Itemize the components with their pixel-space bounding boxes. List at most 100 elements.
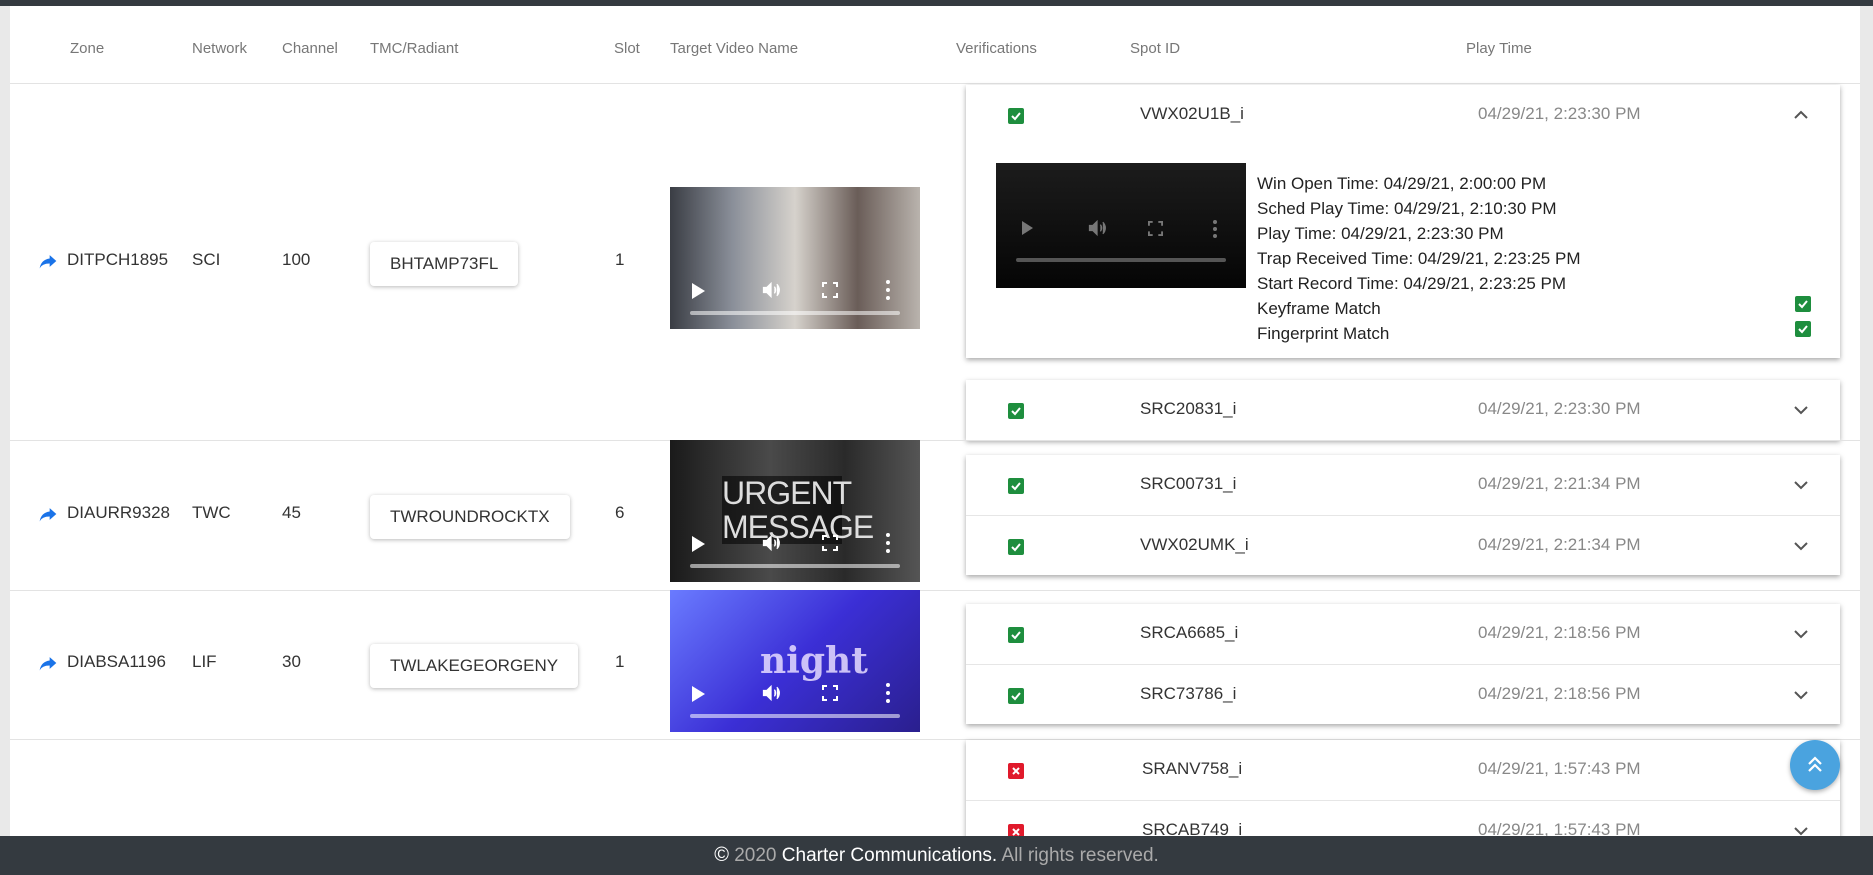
spot-id: SRANV758_i bbox=[1142, 759, 1243, 778]
volume-icon[interactable] bbox=[1087, 218, 1107, 238]
col-verifications[interactable]: Verifications bbox=[956, 40, 1037, 57]
spot-line[interactable]: SRANV758_i 04/29/21, 1:57:43 PM bbox=[966, 740, 1840, 800]
col-tmc[interactable]: TMC/Radiant bbox=[370, 40, 458, 57]
tmc-button[interactable]: TWROUNDROCKTX bbox=[370, 495, 570, 539]
footer: © 2020 Charter Communications. All right… bbox=[0, 836, 1873, 875]
fullscreen-icon[interactable] bbox=[1148, 221, 1163, 236]
chevron-up-icon[interactable] bbox=[1793, 109, 1809, 121]
check-box-icon bbox=[1008, 478, 1024, 494]
network-cell: LIF bbox=[192, 652, 217, 671]
check-box-icon bbox=[1008, 108, 1024, 124]
results-table: Zone Network Channel TMC/Radiant Slot Ta… bbox=[10, 6, 1860, 836]
spot-id: VWX02UMK_i bbox=[1140, 535, 1249, 554]
more-vertical-icon[interactable] bbox=[886, 279, 890, 301]
col-target-video[interactable]: Target Video Name bbox=[670, 40, 798, 57]
fullscreen-icon[interactable] bbox=[822, 282, 838, 298]
row-divider bbox=[10, 590, 1860, 591]
spot-line[interactable]: SRC73786_i 04/29/21, 2:18:56 PM bbox=[966, 664, 1840, 724]
more-vertical-icon[interactable] bbox=[886, 682, 890, 704]
col-channel[interactable]: Channel bbox=[282, 40, 338, 57]
spot-video[interactable] bbox=[996, 163, 1246, 288]
spot-line[interactable]: SRC20831_i 04/29/21, 2:23:30 PM bbox=[966, 380, 1840, 440]
spot-card: SRANV758_i 04/29/21, 1:57:43 PM SRCAB749… bbox=[966, 740, 1840, 836]
zone-cell[interactable]: DIABSA1196 bbox=[67, 652, 166, 672]
keyframe-check-icon bbox=[1795, 296, 1811, 312]
spot-id: SRC00731_i bbox=[1140, 474, 1237, 493]
x-box-icon bbox=[1008, 824, 1024, 836]
video-controls bbox=[670, 269, 920, 329]
check-box-icon bbox=[1008, 688, 1024, 704]
trap-received-time: Trap Received Time: 04/29/21, 2:23:25 PM bbox=[1257, 249, 1581, 268]
keyframe-match-label: Keyframe Match bbox=[1257, 299, 1381, 318]
fingerprint-match-label: Fingerprint Match bbox=[1257, 324, 1390, 343]
col-zone[interactable]: Zone bbox=[70, 40, 104, 57]
tmc-button[interactable]: BHTAMP73FL bbox=[370, 242, 519, 286]
spot-id: SRCAB749_i bbox=[1142, 820, 1243, 836]
slot-cell: 6 bbox=[615, 503, 625, 522]
video-progress-bar[interactable] bbox=[690, 564, 900, 568]
check-box-icon bbox=[1008, 403, 1024, 419]
video-progress-bar[interactable] bbox=[690, 311, 900, 315]
x-box-icon bbox=[1008, 763, 1024, 779]
spot-line[interactable]: VWX02U1B_i 04/29/21, 2:23:30 PM bbox=[966, 85, 1840, 145]
more-vertical-icon[interactable] bbox=[1213, 219, 1217, 239]
copyright-year: 2020 bbox=[734, 845, 777, 866]
volume-icon[interactable] bbox=[761, 280, 781, 300]
target-video[interactable] bbox=[670, 187, 920, 329]
share-icon[interactable] bbox=[38, 504, 58, 524]
share-icon[interactable] bbox=[38, 251, 58, 271]
target-video[interactable]: night bbox=[670, 590, 920, 732]
col-slot[interactable]: Slot bbox=[614, 40, 640, 57]
volume-icon[interactable] bbox=[761, 683, 781, 703]
play-time: 04/29/21, 2:18:56 PM bbox=[1478, 623, 1641, 642]
chevron-down-icon[interactable] bbox=[1793, 689, 1809, 701]
play-icon[interactable] bbox=[692, 283, 705, 299]
zone-cell[interactable]: DITPCH1895 bbox=[67, 250, 168, 270]
share-icon[interactable] bbox=[38, 653, 58, 673]
col-play-time[interactable]: Play Time bbox=[1466, 40, 1532, 57]
tmc-button[interactable]: TWLAKEGEORGENY bbox=[370, 644, 579, 688]
spot-line[interactable]: SRCAB749_i 04/29/21, 1:57:43 PM bbox=[966, 800, 1840, 836]
channel-cell: 45 bbox=[282, 503, 301, 522]
chevron-down-icon[interactable] bbox=[1793, 825, 1809, 836]
check-box-icon bbox=[1008, 627, 1024, 643]
scroll-to-top-button[interactable] bbox=[1790, 740, 1840, 790]
col-spot-id[interactable]: Spot ID bbox=[1130, 40, 1180, 57]
chevron-down-icon[interactable] bbox=[1793, 540, 1809, 552]
play-icon[interactable] bbox=[1022, 221, 1033, 235]
copyright-symbol: © bbox=[714, 844, 729, 866]
slot-cell: 1 bbox=[615, 652, 625, 671]
play-time: 04/29/21, 2:21:34 PM bbox=[1478, 474, 1641, 493]
company-name: Charter Communications. bbox=[781, 845, 998, 866]
play-icon[interactable] bbox=[692, 536, 705, 552]
video-progress-bar[interactable] bbox=[1016, 258, 1226, 262]
spot-id: SRC20831_i bbox=[1140, 399, 1237, 418]
col-network[interactable]: Network bbox=[192, 40, 247, 57]
play-icon[interactable] bbox=[692, 686, 705, 702]
spot-line[interactable]: SRC00731_i 04/29/21, 2:21:34 PM bbox=[966, 455, 1840, 515]
fullscreen-icon[interactable] bbox=[822, 685, 838, 701]
fullscreen-icon[interactable] bbox=[822, 535, 838, 551]
target-video[interactable]: URGENT MESSAGE bbox=[670, 440, 920, 582]
zone-cell[interactable]: DIAURR9328 bbox=[67, 503, 170, 523]
fingerprint-check-icon bbox=[1795, 321, 1811, 337]
more-vertical-icon[interactable] bbox=[886, 532, 890, 554]
spot-line[interactable]: SRCA6685_i 04/29/21, 2:18:56 PM bbox=[966, 604, 1840, 664]
sched-play-time: Sched Play Time: 04/29/21, 2:10:30 PM bbox=[1257, 199, 1557, 218]
chevron-down-icon[interactable] bbox=[1793, 479, 1809, 491]
chevron-down-icon[interactable] bbox=[1793, 628, 1809, 640]
chevron-down-icon[interactable] bbox=[1793, 404, 1809, 416]
spot-id: SRC73786_i bbox=[1140, 684, 1237, 703]
row-divider bbox=[10, 440, 1860, 441]
volume-icon[interactable] bbox=[761, 533, 781, 553]
spot-card: SRC00731_i 04/29/21, 2:21:34 PM VWX02UMK… bbox=[966, 455, 1840, 575]
network-cell: SCI bbox=[192, 250, 221, 269]
play-time: 04/29/21, 2:23:30 PM bbox=[1478, 104, 1641, 123]
video-progress-bar[interactable] bbox=[690, 714, 900, 718]
spot-line[interactable]: VWX02UMK_i 04/29/21, 2:21:34 PM bbox=[966, 515, 1840, 575]
play-time: 04/29/21, 1:57:43 PM bbox=[1478, 820, 1641, 836]
spot-card: VWX02U1B_i 04/29/21, 2:23:30 PM Win Open… bbox=[966, 85, 1840, 358]
channel-cell: 100 bbox=[282, 250, 311, 269]
win-open-time: Win Open Time: 04/29/21, 2:00:00 PM bbox=[1257, 174, 1547, 193]
detail-play-time: Play Time: 04/29/21, 2:23:30 PM bbox=[1257, 224, 1504, 243]
